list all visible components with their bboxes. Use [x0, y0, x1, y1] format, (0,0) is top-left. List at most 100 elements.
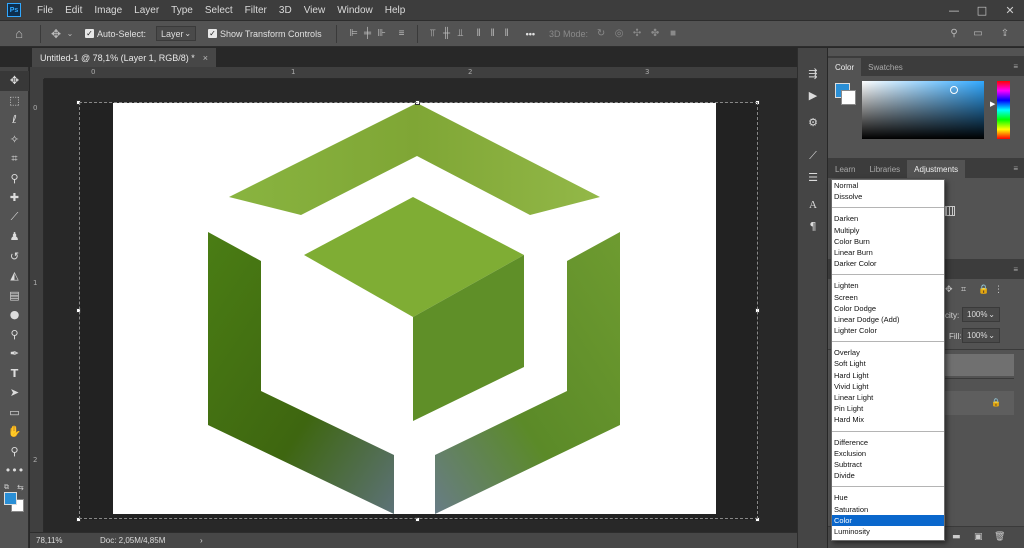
drag-3d-icon[interactable]: ✣: [630, 27, 644, 41]
blend-mode-option[interactable]: Multiply: [832, 225, 944, 236]
distribute-v-icon[interactable]: ‖: [472, 27, 486, 41]
lock-pixels-icon[interactable]: ✥: [945, 285, 953, 295]
menu-file[interactable]: File: [31, 5, 59, 16]
default-colors-icon[interactable]: ⧉: [4, 483, 9, 492]
brush-icon[interactable]: ⟋: [0, 208, 29, 228]
more-options-button[interactable]: •••: [526, 29, 535, 39]
move-icon[interactable]: ✥: [0, 71, 29, 91]
crop-icon[interactable]: ⌗: [0, 149, 29, 169]
blend-mode-option[interactable]: Lighten: [832, 280, 944, 291]
menu-filter[interactable]: Filter: [239, 5, 273, 16]
lock-artboard-icon[interactable]: ⌗: [961, 285, 966, 295]
search-icon[interactable]: ⚲: [947, 27, 961, 41]
blend-mode-option[interactable]: Color Burn: [832, 236, 944, 247]
blend-mode-option[interactable]: Hue: [832, 492, 944, 503]
blur-icon[interactable]: ●: [0, 305, 29, 325]
menu-view[interactable]: View: [298, 5, 332, 16]
maximize-button[interactable]: □: [968, 0, 996, 20]
orbit-3d-icon[interactable]: ↻: [594, 27, 608, 41]
blend-mode-option[interactable]: Dissolve: [832, 191, 944, 202]
type-icon[interactable]: T: [0, 364, 29, 384]
rectangle-icon[interactable]: ▭: [0, 403, 29, 423]
blend-mode-option[interactable]: Divide: [832, 470, 944, 481]
blend-mode-option[interactable]: Vivid Light: [832, 381, 944, 392]
channel-mixer-icon[interactable]: [945, 206, 955, 216]
ruler-horizontal[interactable]: 0 1 2 3: [44, 67, 797, 79]
gradient-icon[interactable]: ▤: [0, 286, 29, 306]
new-group-icon[interactable]: ▬: [952, 532, 961, 542]
layer-row-selected[interactable]: [943, 354, 1014, 376]
color-picker-cursor[interactable]: [950, 86, 958, 94]
roll-3d-icon[interactable]: ◎: [612, 27, 626, 41]
dodge-icon[interactable]: ⚲: [0, 325, 29, 345]
lock-all-icon[interactable]: 🔒: [978, 285, 989, 295]
hand-icon[interactable]: ✋: [0, 422, 29, 442]
blend-mode-option[interactable]: Screen: [832, 292, 944, 303]
lasso-icon[interactable]: ℓ: [0, 110, 29, 130]
align-left-icon[interactable]: ⊫: [347, 27, 361, 41]
align-center-icon[interactable]: ╪: [361, 27, 375, 41]
zoom-level[interactable]: 78,11%: [36, 536, 96, 545]
blend-mode-option[interactable]: Darken: [832, 213, 944, 224]
panel-menu-icon[interactable]: ≡: [1013, 164, 1024, 178]
status-menu-arrow[interactable]: ›: [200, 536, 203, 545]
blend-mode-option[interactable]: Overlay: [832, 347, 944, 358]
menu-window[interactable]: Window: [331, 5, 379, 16]
share-icon[interactable]: ⇪: [998, 27, 1012, 41]
blend-mode-option[interactable]: Normal: [832, 180, 944, 191]
auto-select-checkbox[interactable]: ✓ Auto-Select:: [85, 29, 146, 39]
eyedropper-icon[interactable]: ⚲: [0, 169, 29, 189]
blend-mode-option[interactable]: Darker Color: [832, 258, 944, 269]
menu-layer[interactable]: Layer: [128, 5, 165, 16]
zoom-icon[interactable]: ⚲: [0, 442, 29, 462]
layer-lock-icon[interactable]: 🔒: [991, 398, 1001, 407]
tab-color[interactable]: Color: [828, 58, 862, 76]
healing-icon[interactable]: ✚: [0, 188, 29, 208]
properties-icon[interactable]: ⚙: [798, 113, 828, 133]
align-top-icon[interactable]: ⫪: [426, 27, 440, 41]
more-tools-icon[interactable]: •••: [0, 461, 29, 481]
pen-icon[interactable]: ✒: [0, 344, 29, 364]
align-middle-icon[interactable]: ╫: [440, 27, 454, 41]
layer-row-background[interactable]: [943, 391, 1014, 415]
opacity-field[interactable]: 100% ⌄: [962, 307, 1000, 322]
align-right-icon[interactable]: ⊪: [375, 27, 389, 41]
close-tab-icon[interactable]: ×: [203, 53, 208, 63]
magic-wand-icon[interactable]: ✧: [0, 130, 29, 150]
blend-mode-option[interactable]: Lighter Color: [832, 325, 944, 336]
workspace-icon[interactable]: ▭: [971, 27, 985, 41]
brushes-icon[interactable]: ⟋: [798, 147, 828, 167]
actions-play-icon[interactable]: ▶: [798, 86, 828, 106]
show-transform-checkbox[interactable]: ✓ Show Transform Controls: [208, 29, 322, 39]
paragraph-icon[interactable]: ¶: [798, 217, 828, 237]
blend-mode-option[interactable]: Soft Light: [832, 358, 944, 369]
scale-3d-icon[interactable]: ■: [666, 27, 680, 41]
color-background-swatch[interactable]: [841, 90, 856, 105]
layer-menu-icon[interactable]: ⋮: [994, 285, 1003, 295]
color-picker-field[interactable]: [862, 81, 984, 139]
menu-help[interactable]: Help: [379, 5, 412, 16]
hue-slider[interactable]: [997, 81, 1010, 139]
slide-3d-icon[interactable]: ✤: [648, 27, 662, 41]
align-bottom-icon[interactable]: ⫫: [454, 27, 468, 41]
menu-select[interactable]: Select: [199, 5, 239, 16]
stamp-icon[interactable]: ♟: [0, 227, 29, 247]
panel-menu-icon[interactable]: ≡: [1013, 265, 1024, 279]
distribute-icon[interactable]: ≡: [395, 27, 409, 41]
blend-mode-option[interactable]: Exclusion: [832, 448, 944, 459]
blend-mode-option[interactable]: Subtract: [832, 459, 944, 470]
blend-mode-option[interactable]: Difference: [832, 437, 944, 448]
distribute-v2-icon[interactable]: ‖: [486, 27, 500, 41]
marquee-icon[interactable]: ⬚: [0, 91, 29, 111]
tab-swatches[interactable]: Swatches: [861, 58, 910, 76]
character-icon[interactable]: A: [798, 196, 828, 216]
ruler-vertical[interactable]: 0 1 2: [30, 79, 44, 532]
trash-icon[interactable]: 🗑: [994, 532, 1005, 542]
blend-mode-option[interactable]: Color: [832, 514, 944, 526]
history-brush-icon[interactable]: ↺: [0, 247, 29, 267]
blend-mode-option[interactable]: Saturation: [832, 504, 944, 515]
blend-mode-option[interactable]: Linear Dodge (Add): [832, 314, 944, 325]
tab-learn[interactable]: Learn: [828, 160, 862, 178]
menu-image[interactable]: Image: [88, 5, 128, 16]
blend-mode-option[interactable]: Hard Light: [832, 370, 944, 381]
